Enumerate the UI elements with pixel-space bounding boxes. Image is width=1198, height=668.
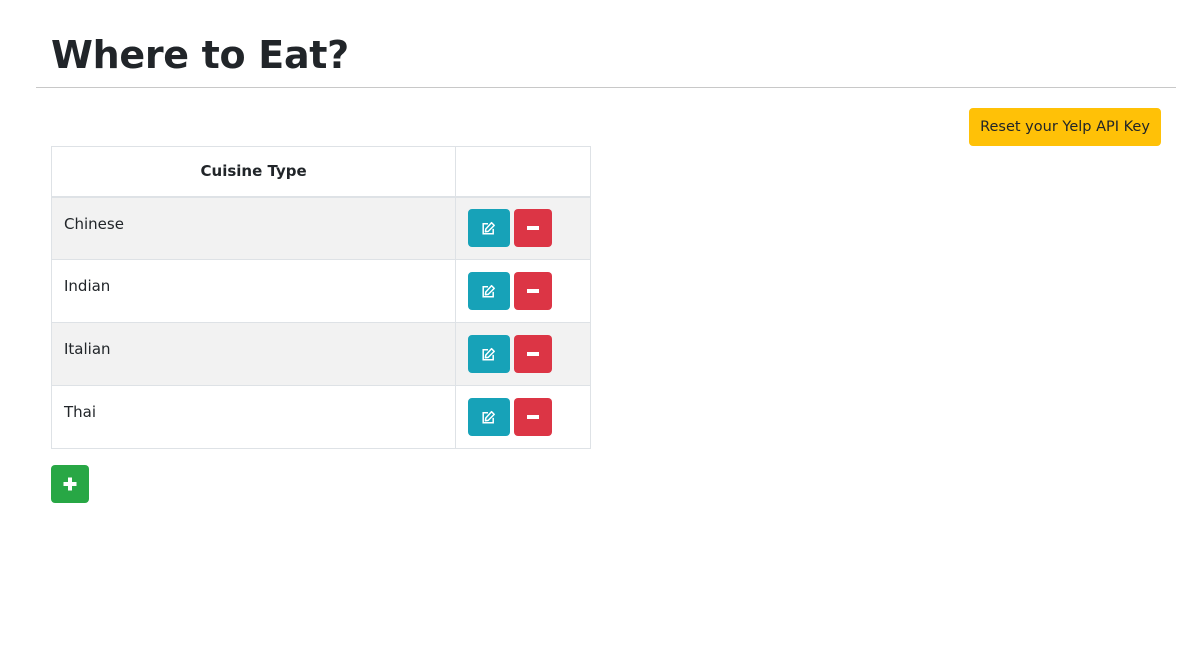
delete-button[interactable] bbox=[514, 335, 553, 373]
table-row: Italian bbox=[50, 322, 591, 386]
column-header-cuisine-type: Cuisine Type bbox=[50, 146, 457, 198]
minus-icon bbox=[527, 226, 540, 231]
reset-yelp-api-key-button[interactable]: Reset your Yelp API Key bbox=[969, 108, 1161, 146]
row-actions bbox=[455, 322, 591, 386]
table-header-row: Cuisine Type bbox=[50, 146, 591, 198]
cuisine-table: Cuisine Type Chinese Indian Italian Thai bbox=[50, 146, 591, 449]
plus-icon bbox=[63, 477, 77, 491]
row-actions bbox=[455, 385, 591, 449]
header-divider bbox=[36, 87, 1176, 88]
edit-button[interactable] bbox=[468, 209, 511, 248]
row-actions bbox=[455, 259, 591, 323]
cuisine-name: Italian bbox=[50, 322, 457, 386]
delete-button[interactable] bbox=[514, 398, 553, 436]
table-row: Indian bbox=[50, 259, 591, 323]
edit-icon bbox=[482, 222, 496, 235]
cuisine-name: Thai bbox=[50, 385, 457, 449]
minus-icon bbox=[527, 289, 540, 293]
minus-icon bbox=[527, 352, 540, 356]
edit-button[interactable] bbox=[468, 272, 511, 310]
edit-icon bbox=[482, 347, 496, 361]
delete-button[interactable] bbox=[514, 272, 553, 310]
edit-icon bbox=[482, 410, 496, 424]
row-actions bbox=[455, 196, 591, 260]
table-row: Thai bbox=[50, 385, 591, 449]
page-title: Where to Eat? bbox=[51, 33, 349, 77]
add-cuisine-button[interactable] bbox=[51, 465, 89, 503]
minus-icon bbox=[527, 415, 540, 419]
edit-button[interactable] bbox=[468, 398, 511, 436]
delete-button[interactable] bbox=[514, 209, 553, 248]
cuisine-name: Indian bbox=[50, 259, 457, 323]
edit-button[interactable] bbox=[468, 335, 511, 373]
cuisine-name: Chinese bbox=[50, 196, 457, 260]
edit-icon bbox=[482, 284, 496, 298]
table-row: Chinese bbox=[50, 196, 591, 260]
column-header-actions bbox=[455, 146, 591, 198]
